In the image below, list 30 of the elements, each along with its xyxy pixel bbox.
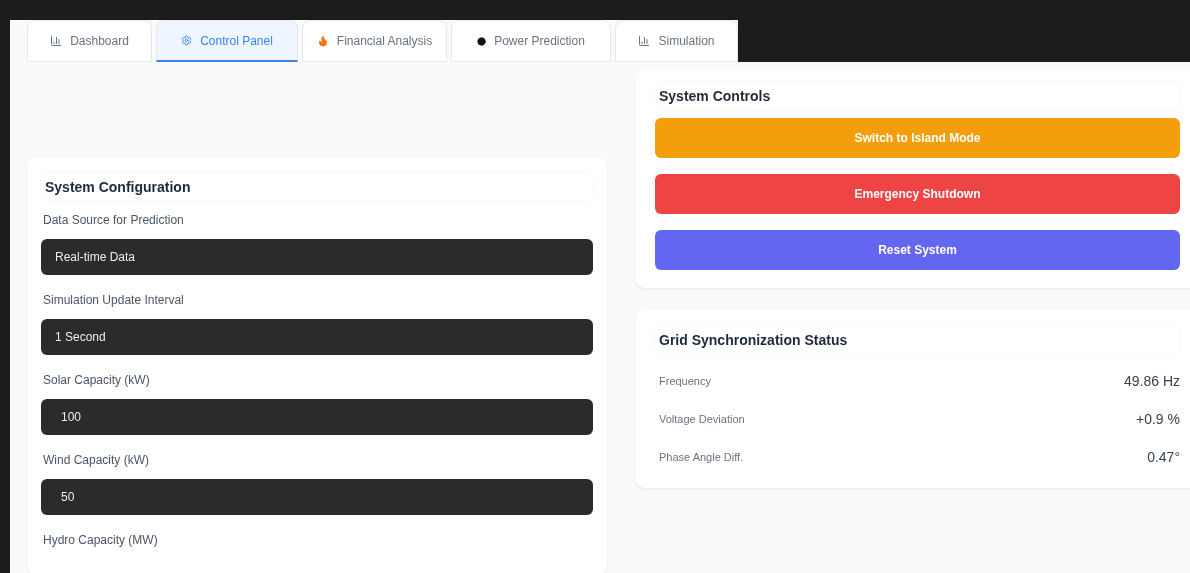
tab[interactable]: Power Prediction [451, 20, 611, 62]
status-label: Frequency [658, 375, 712, 387]
dot-icon [477, 36, 487, 46]
tab[interactable]: Control Panel [156, 20, 298, 62]
status-value: +0.9 % [1136, 411, 1180, 427]
input-field[interactable]: 100 [41, 399, 593, 435]
status-value: 0.47° [1147, 449, 1180, 465]
control-button[interactable]: Reset System [655, 230, 1180, 270]
field-label: Wind Capacity (kW) [42, 452, 150, 469]
status-label: Phase Angle Diff. [658, 451, 745, 463]
card-title: Grid Synchronization Status [655, 326, 1180, 354]
input-field[interactable]: 50 [41, 479, 593, 515]
control-button[interactable]: Emergency Shutdown [655, 174, 1180, 214]
settings-icon [181, 35, 193, 46]
tab[interactable]: Simulation [615, 20, 738, 62]
select-field[interactable]: 1 Second [41, 319, 593, 355]
card-title: System Controls [655, 82, 1180, 110]
field-label: Simulation Update Interval [42, 292, 185, 309]
chart-icon [638, 35, 651, 47]
field-label: Hydro Capacity (MW) [42, 532, 159, 549]
card-title: System Configuration [41, 173, 593, 201]
tab[interactable]: Financial Analysis [302, 20, 447, 62]
tab[interactable]: Dashboard [27, 20, 152, 62]
field-label: Solar Capacity (kW) [42, 372, 151, 389]
status-label: Voltage Deviation [658, 413, 746, 425]
chart-icon [50, 35, 63, 47]
select-field[interactable]: Real-time Data [41, 239, 593, 275]
field-label: Data Source for Prediction [42, 212, 185, 229]
flame-icon [316, 35, 329, 47]
status-value: 49.86 Hz [1123, 373, 1180, 389]
